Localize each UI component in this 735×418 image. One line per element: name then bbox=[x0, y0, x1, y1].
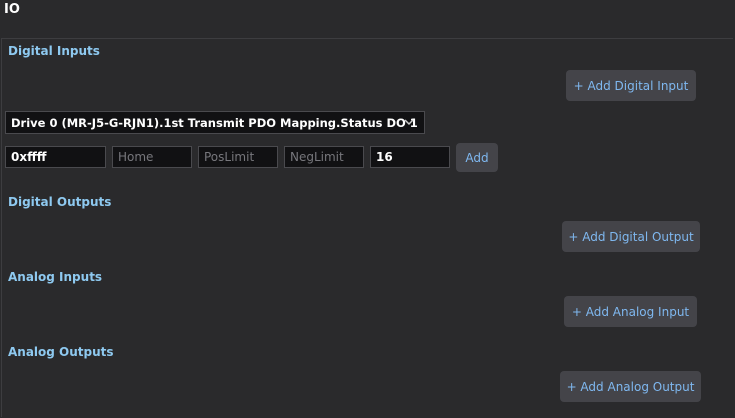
page-title: IO bbox=[4, 2, 20, 17]
add-analog-input-button[interactable]: + Add Analog Input bbox=[564, 296, 697, 327]
bit-input[interactable]: 16 bbox=[370, 146, 450, 168]
io-page: IO Digital Inputs + Add Digital Input Dr… bbox=[0, 0, 735, 418]
add-digital-output-button[interactable]: + Add Digital Output bbox=[562, 221, 700, 252]
home-input[interactable]: Home bbox=[112, 146, 192, 168]
digital-inputs-title: Digital Inputs bbox=[8, 44, 100, 58]
add-input-row-button[interactable]: Add bbox=[456, 143, 498, 172]
chevron-down-icon bbox=[404, 119, 414, 126]
io-mapping-select[interactable]: Drive 0 (MR-J5-G-RJN1).1st Transmit PDO … bbox=[5, 111, 425, 134]
poslimit-input[interactable]: PosLimit bbox=[198, 146, 278, 168]
mask-input[interactable]: 0xffff bbox=[5, 146, 106, 168]
analog-outputs-title: Analog Outputs bbox=[8, 345, 114, 359]
io-mapping-select-value: Drive 0 (MR-J5-G-RJN1).1st Transmit PDO … bbox=[11, 115, 418, 130]
add-digital-input-button[interactable]: + Add Digital Input bbox=[566, 70, 696, 101]
add-analog-output-button[interactable]: + Add Analog Output bbox=[560, 371, 701, 402]
neglimit-input[interactable]: NegLimit bbox=[284, 146, 364, 168]
digital-outputs-title: Digital Outputs bbox=[8, 195, 112, 209]
analog-inputs-title: Analog Inputs bbox=[8, 270, 103, 284]
